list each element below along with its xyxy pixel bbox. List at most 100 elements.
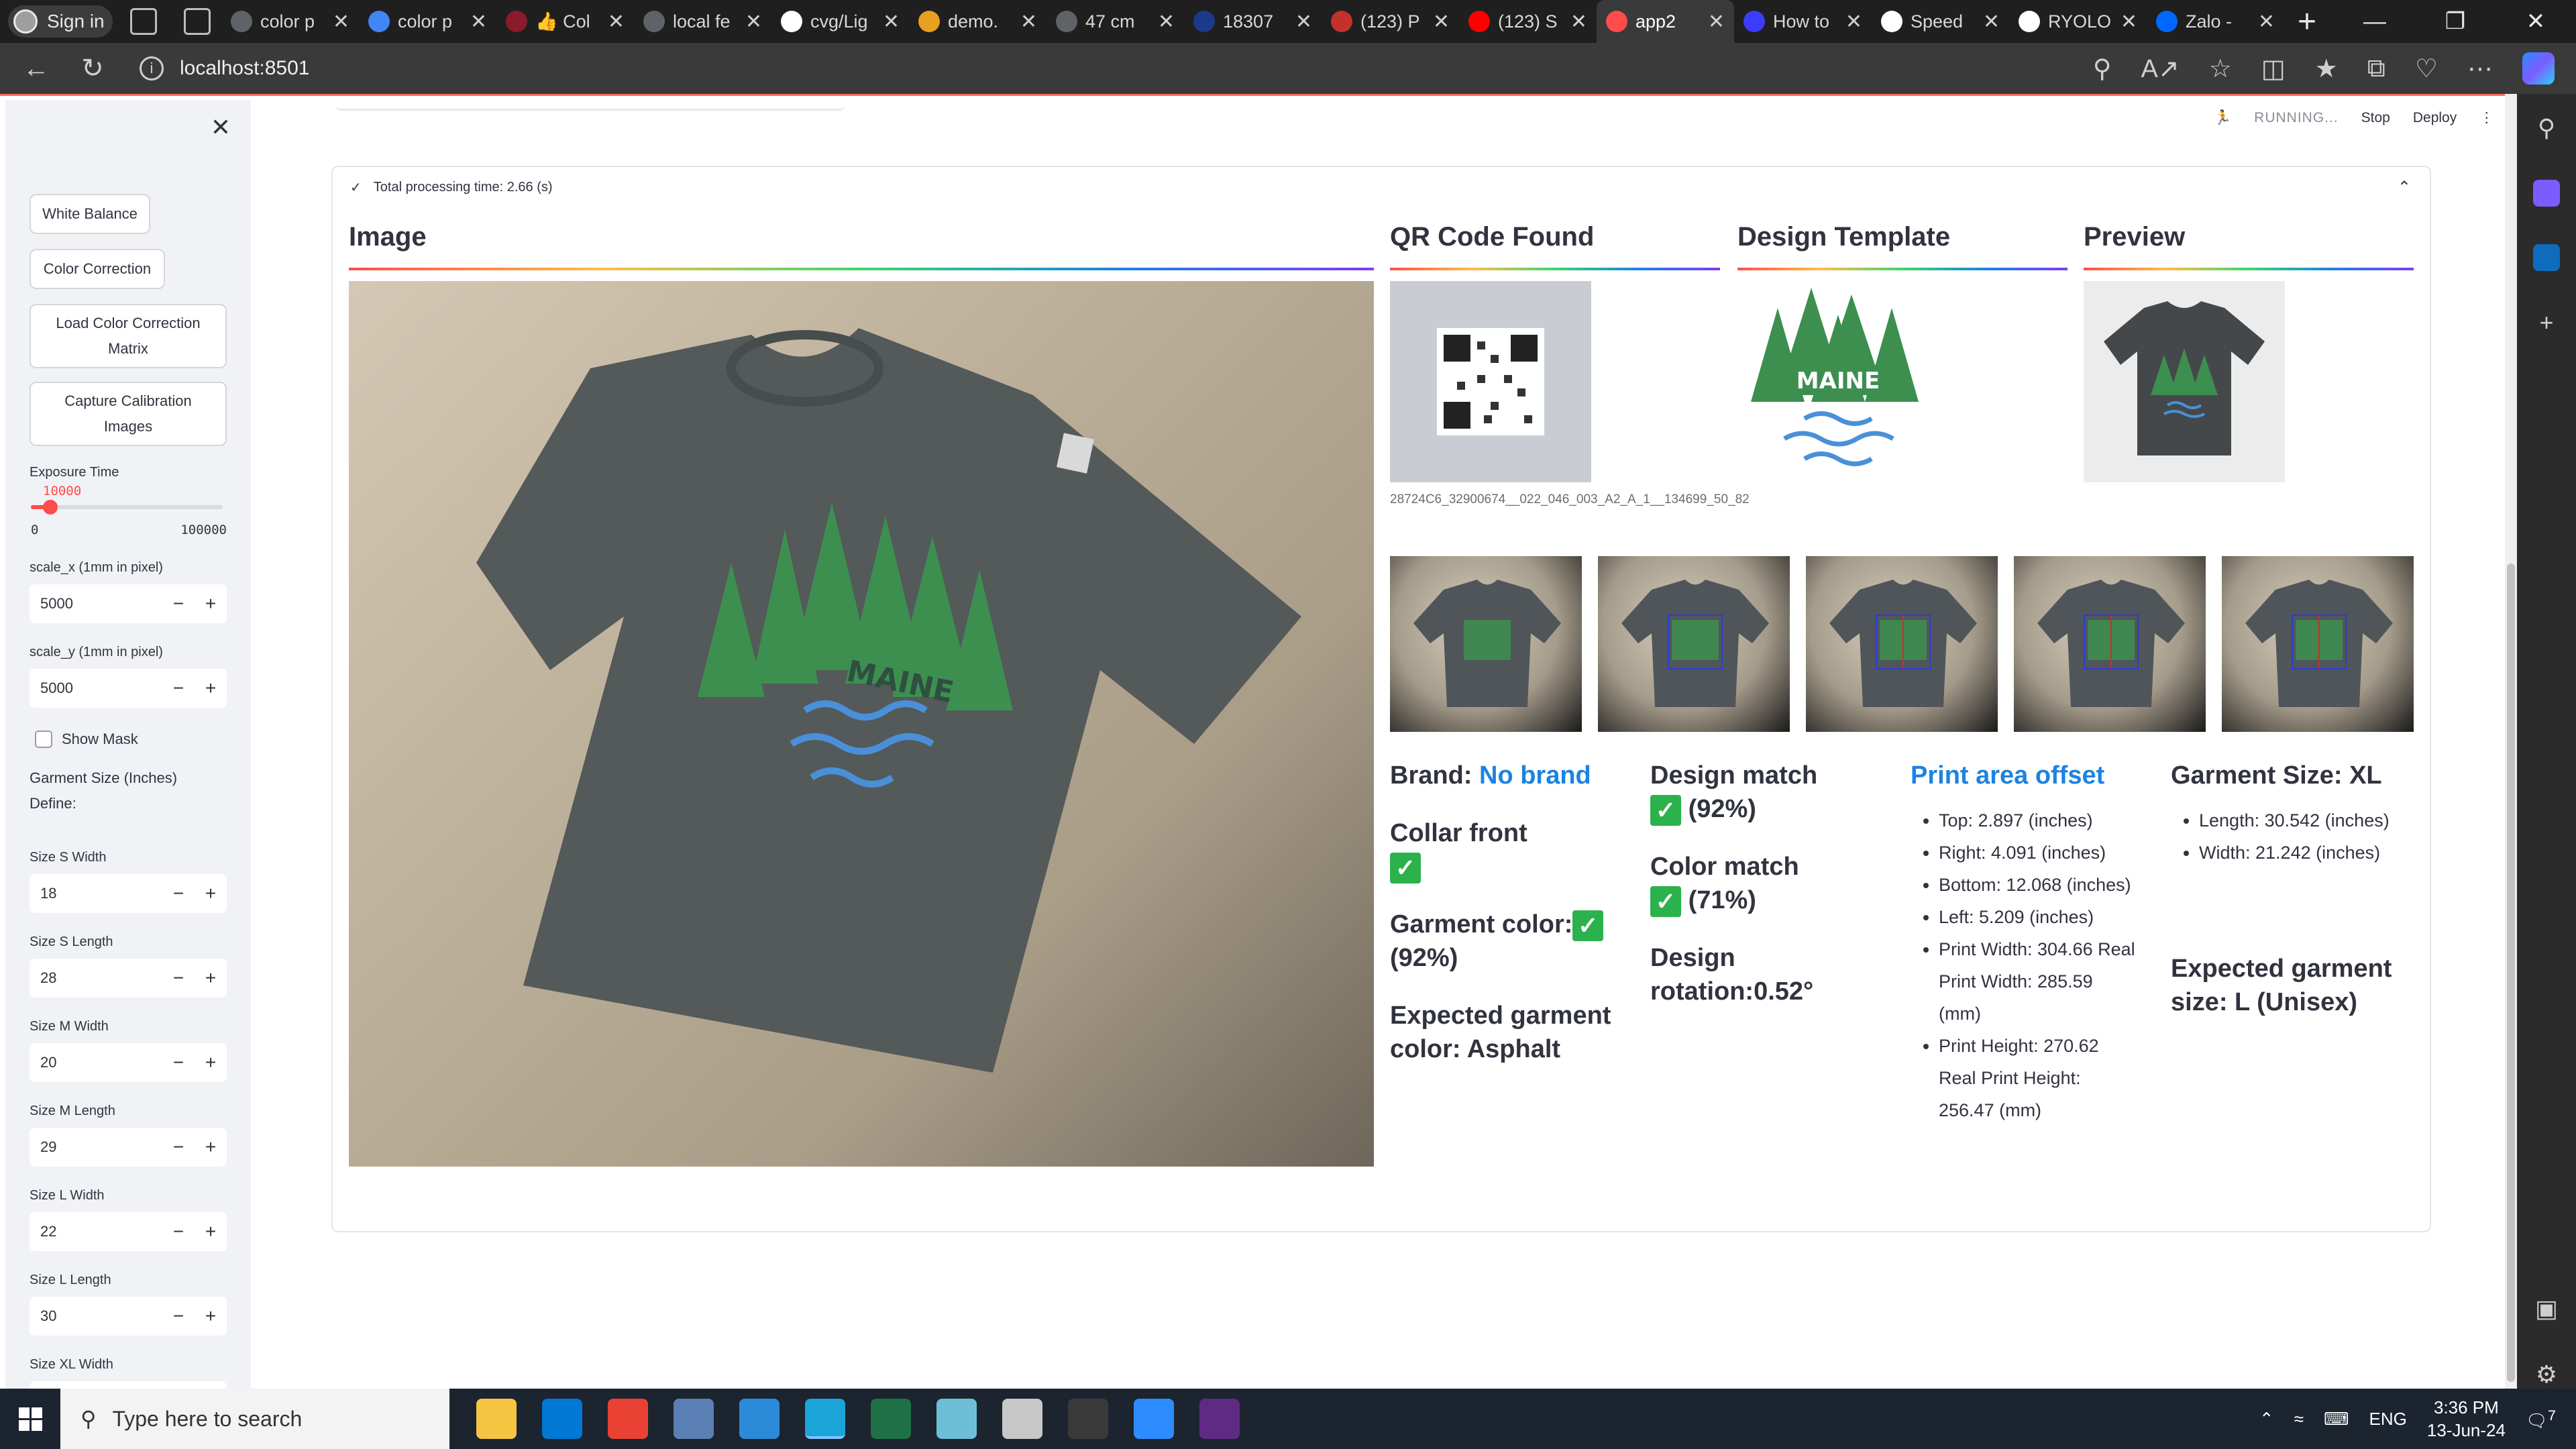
add-app-icon[interactable]: + — [2539, 309, 2553, 337]
tab-close-icon[interactable]: ✕ — [608, 10, 625, 34]
outlook-icon[interactable] — [2533, 244, 2560, 271]
chrome-icon[interactable] — [608, 1399, 648, 1439]
favorites-icon[interactable]: ★ — [2315, 54, 2338, 84]
refresh-button[interactable]: ↻ — [72, 48, 113, 89]
size-input[interactable]: 20 − + — [30, 1043, 227, 1082]
edge-settings-icon[interactable]: ⚙ — [2536, 1360, 2557, 1389]
browser-tab[interactable]: (123) P ✕ — [1322, 0, 1459, 43]
size-decrement[interactable]: − — [162, 1305, 195, 1327]
site-info-icon[interactable]: i — [140, 56, 164, 80]
scale-x-increment[interactable]: + — [195, 593, 227, 614]
workspaces-icon[interactable] — [130, 8, 157, 35]
browser-tab[interactable]: Zalo - ✕ — [2147, 0, 2284, 43]
tab-close-icon[interactable]: ✕ — [1433, 10, 1450, 34]
vscode-icon[interactable] — [739, 1399, 780, 1439]
deploy-button[interactable]: Deploy — [2413, 110, 2457, 126]
size-input[interactable]: 18 − + — [30, 874, 227, 913]
size-increment[interactable]: + — [195, 967, 227, 989]
size-input[interactable]: 30 − + — [30, 1297, 227, 1336]
size-input[interactable]: 28 − + — [30, 959, 227, 998]
browser-tab[interactable]: cvg/Lig ✕ — [771, 0, 909, 43]
close-window-button[interactable]: ✕ — [2496, 0, 2576, 43]
browser-tab[interactable]: 👍 Col ✕ — [496, 0, 634, 43]
capture-calibration-button[interactable]: Capture Calibration Images — [30, 382, 227, 446]
copilot-icon[interactable] — [2522, 52, 2555, 85]
main-menu-icon[interactable]: ⋮ — [2479, 109, 2493, 126]
minimize-button[interactable]: — — [2334, 0, 2415, 43]
snipping-tool-icon[interactable] — [1002, 1399, 1042, 1439]
keyboard-icon[interactable]: ⌨ — [2324, 1409, 2349, 1430]
excel-icon[interactable] — [871, 1399, 911, 1439]
store-icon[interactable] — [542, 1399, 582, 1439]
collapse-chevron-icon[interactable]: ⌃ — [2398, 178, 2411, 197]
tab-close-icon[interactable]: ✕ — [1570, 10, 1587, 34]
start-button[interactable] — [0, 1389, 60, 1449]
tray-chevron-icon[interactable]: ⌃ — [2259, 1409, 2274, 1430]
scale-y-input[interactable]: 5000 − + — [30, 669, 227, 708]
browser-tab[interactable]: How to ✕ — [1734, 0, 1872, 43]
browser-essentials-icon[interactable]: ♡ — [2415, 54, 2438, 84]
edge-copilot-icon[interactable] — [2533, 180, 2560, 207]
browser-tab[interactable]: local fe ✕ — [634, 0, 771, 43]
scrollbar-thumb[interactable] — [2507, 564, 2515, 1382]
tab-close-icon[interactable]: ✕ — [2121, 10, 2137, 34]
tab-close-icon[interactable]: ✕ — [1020, 10, 1037, 34]
browser-tab[interactable]: (123) S ✕ — [1459, 0, 1597, 43]
browser-tab[interactable]: color p ✕ — [221, 0, 359, 43]
edge-icon[interactable] — [805, 1399, 845, 1439]
tab-actions-icon[interactable] — [184, 8, 211, 35]
size-decrement[interactable]: − — [162, 883, 195, 904]
zoom-app-icon[interactable] — [1134, 1399, 1174, 1439]
browser-tab[interactable]: demo. ✕ — [909, 0, 1046, 43]
zoom-icon[interactable]: ⚲ — [2093, 54, 2112, 84]
tab-close-icon[interactable]: ✕ — [1295, 10, 1312, 34]
tab-close-icon[interactable]: ✕ — [470, 10, 487, 34]
notification-center[interactable]: 🗨7 — [2526, 1407, 2556, 1432]
collections-icon[interactable]: ⧉ — [2367, 54, 2385, 83]
browser-tab[interactable]: 18307 ✕ — [1184, 0, 1322, 43]
size-input[interactable]: 29 − + — [30, 1128, 227, 1167]
scale-y-decrement[interactable]: − — [162, 678, 195, 699]
file-explorer-icon[interactable] — [476, 1399, 517, 1439]
scale-x-decrement[interactable]: − — [162, 593, 195, 614]
profile-button[interactable]: Sign in — [8, 5, 113, 38]
exposure-slider-track[interactable] — [31, 505, 223, 509]
size-input[interactable]: 22 − + — [30, 1212, 227, 1251]
wifi-icon[interactable]: ≈ — [2294, 1409, 2304, 1430]
size-decrement[interactable]: − — [162, 967, 195, 989]
browser-tab[interactable]: 47 cm ✕ — [1046, 0, 1184, 43]
restore-button[interactable]: ❐ — [2415, 0, 2496, 43]
back-button[interactable]: ← — [16, 48, 56, 89]
split-screen-icon[interactable]: ◫ — [2261, 54, 2286, 84]
size-decrement[interactable]: − — [162, 1221, 195, 1242]
exposure-slider-handle[interactable] — [43, 500, 58, 515]
tab-close-icon[interactable]: ✕ — [1845, 10, 1862, 34]
tab-close-icon[interactable]: ✕ — [2258, 10, 2275, 34]
browser-tab[interactable]: Speed ✕ — [1872, 0, 2009, 43]
scale-y-increment[interactable]: + — [195, 678, 227, 699]
page-scrollbar[interactable] — [2505, 94, 2517, 1389]
color-correction-button[interactable]: Color Correction — [30, 249, 165, 289]
notepad-icon[interactable] — [936, 1399, 977, 1439]
tab-close-icon[interactable]: ✕ — [1708, 10, 1725, 34]
browser-tab[interactable]: color p ✕ — [359, 0, 496, 43]
taskbar-search[interactable]: ⚲ Type here to search — [60, 1389, 449, 1449]
size-increment[interactable]: + — [195, 1136, 227, 1158]
size-increment[interactable]: + — [195, 1305, 227, 1327]
read-aloud-icon[interactable]: A↗ — [2141, 54, 2180, 84]
load-ccm-button[interactable]: Load Color Correction Matrix — [30, 304, 227, 368]
tab-close-icon[interactable]: ✕ — [333, 10, 350, 34]
browser-tab[interactable]: app2 ✕ — [1597, 0, 1734, 43]
expander-header[interactable]: ✓ Total processing time: 2.66 (s) — [350, 179, 553, 196]
url-field[interactable]: i localhost:8501 — [140, 56, 309, 80]
tab-close-icon[interactable]: ✕ — [745, 10, 762, 34]
stop-button[interactable]: Stop — [2361, 110, 2390, 126]
calculator-icon[interactable] — [1068, 1399, 1108, 1439]
size-increment[interactable]: + — [195, 1221, 227, 1242]
show-mask-checkbox[interactable] — [35, 731, 52, 748]
size-input[interactable]: 24−+ — [30, 1381, 227, 1389]
tab-close-icon[interactable]: ✕ — [1158, 10, 1175, 34]
favorite-star-icon[interactable]: ☆ — [2209, 54, 2232, 84]
app-icon[interactable] — [1199, 1399, 1240, 1439]
clock[interactable]: 3:36 PM 13-Jun-24 — [2427, 1396, 2506, 1442]
